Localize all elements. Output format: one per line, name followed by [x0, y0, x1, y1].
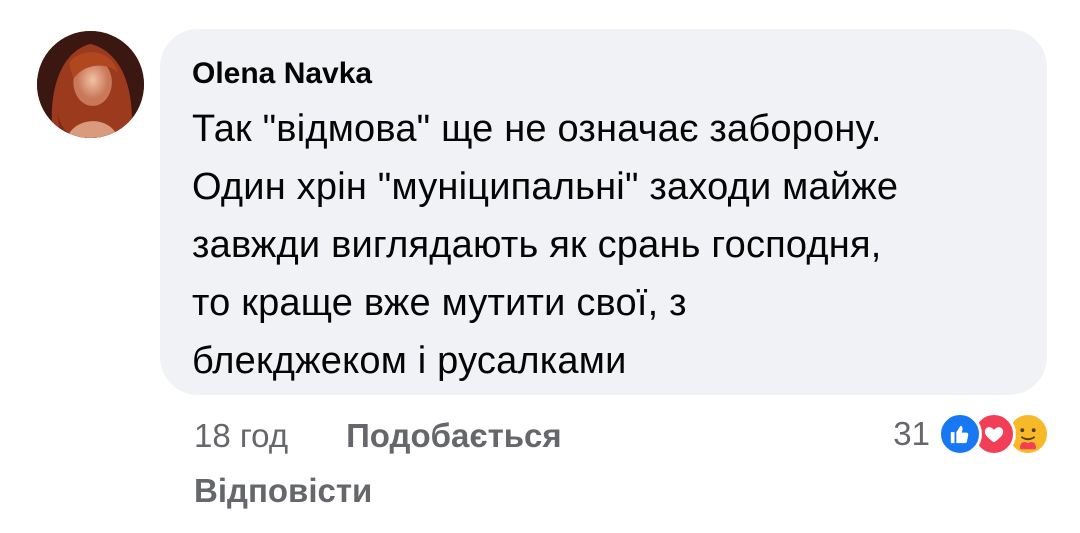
avatar-image: [37, 31, 144, 138]
reaction-count: 31: [893, 415, 930, 452]
comment-timestamp[interactable]: 18 год: [194, 417, 288, 455]
comment-text: Так "відмова" ще не означає заборону. Од…: [192, 108, 899, 382]
like-icon: [938, 412, 982, 456]
comment-actions: 18 год Подобається: [194, 414, 562, 458]
comment-bubble: Olena Navka Так "відмова" ще не означає …: [160, 29, 1047, 395]
reaction-icons: [938, 412, 1050, 456]
comment-author[interactable]: Olena Navka: [192, 56, 372, 92]
reply-button[interactable]: Відповісти: [194, 472, 372, 510]
like-button[interactable]: Подобається: [346, 417, 562, 455]
avatar[interactable]: [37, 31, 144, 138]
reactions-summary[interactable]: 31: [893, 408, 1050, 460]
